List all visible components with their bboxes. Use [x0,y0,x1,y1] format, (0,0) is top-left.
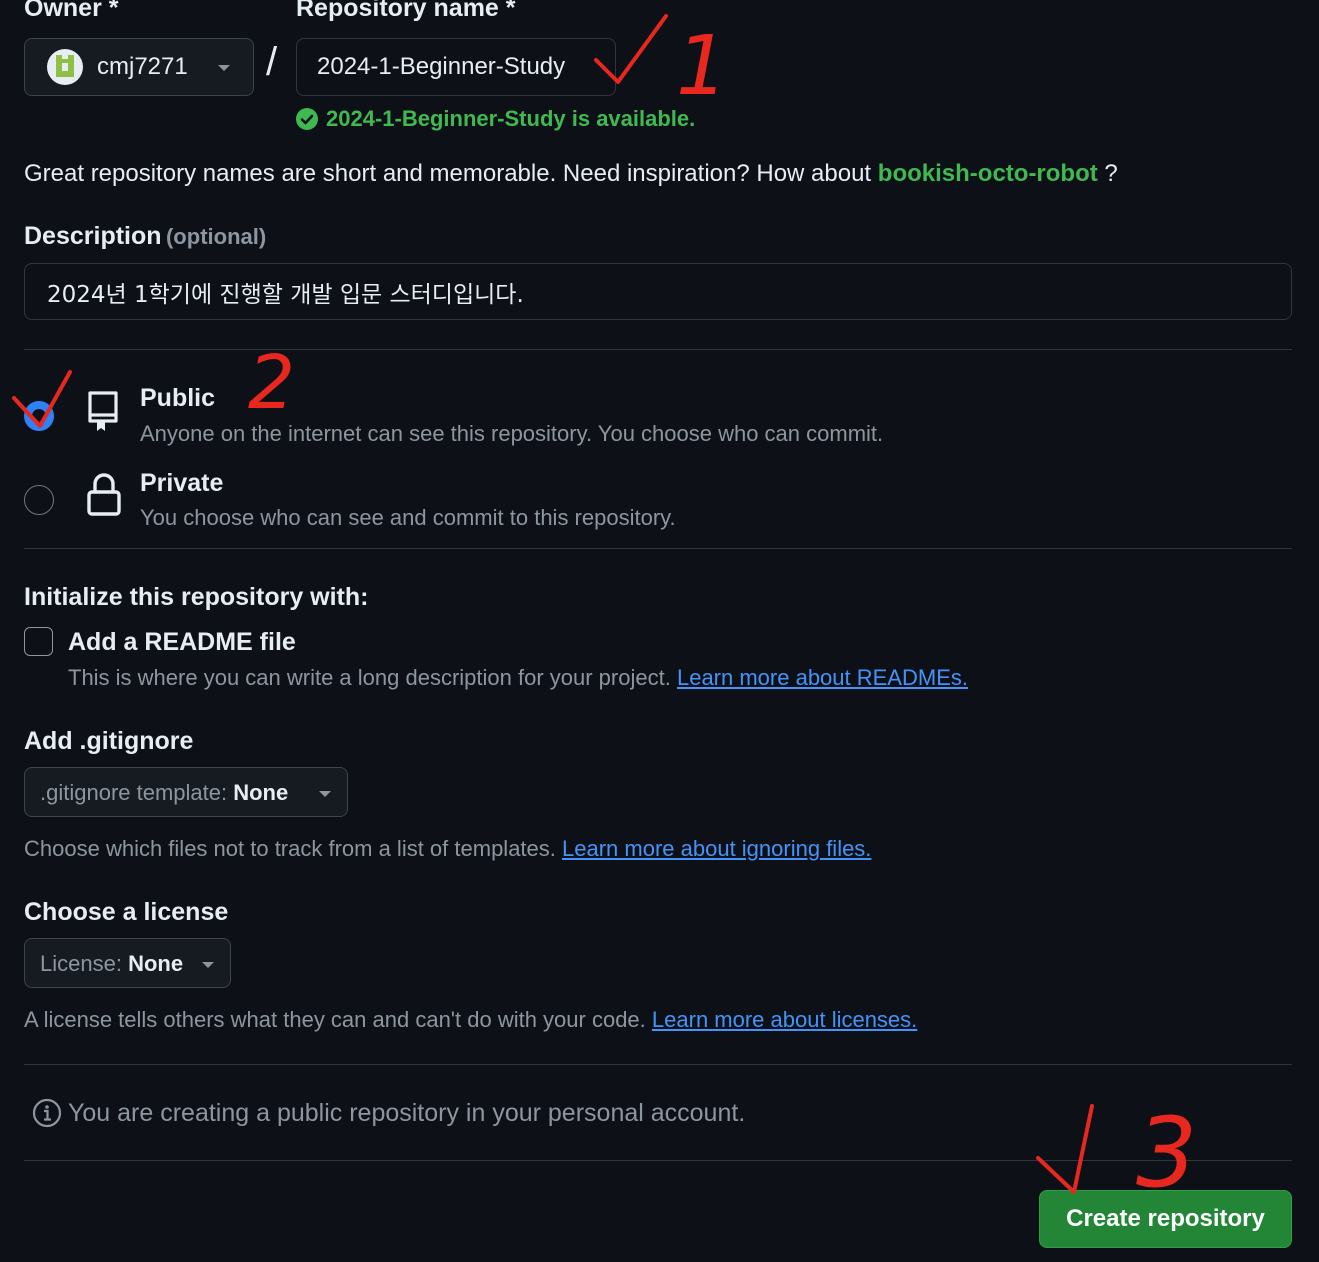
description-label: Description [24,222,162,250]
divider [24,548,1292,549]
create-repository-label: Create repository [1066,1205,1265,1232]
divider [24,1160,1292,1161]
readme-desc: This is where you can write a long descr… [68,665,671,690]
chevron-down-icon [202,962,214,968]
license-learn-more-link[interactable]: Learn more about licenses. [652,1007,917,1032]
license-desc: A license tells others what they can and… [24,1007,646,1032]
notice-text: You are creating a public repository in … [68,1099,746,1127]
readme-label: Add a README file [68,628,296,656]
owner-repo-separator: / [266,40,278,84]
public-desc: Anyone on the internet can see this repo… [140,421,884,446]
private-radio[interactable] [24,485,54,515]
check-circle-icon [296,108,318,130]
gitignore-select-text: .gitignore template: None [40,780,288,806]
license-select-text: License: None [40,951,183,977]
public-title: Public [140,384,216,412]
inspiration-suffix: ? [1104,160,1118,187]
license-select-value: None [128,951,184,976]
gitignore-heading: Add .gitignore [24,727,194,755]
gitignore-select-prefix: .gitignore template: [40,780,228,805]
license-select-prefix: License: [40,951,122,976]
lock-icon [87,473,121,516]
init-heading: Initialize this repository with: [24,583,369,611]
license-heading: Choose a license [24,898,229,926]
chevron-down-icon [218,65,230,71]
description-optional: (optional) [165,224,267,249]
divider [24,349,1292,350]
license-desc-line: A license tells others what they can and… [24,1007,917,1033]
annotation-mark-1: 1 [676,19,728,114]
create-repository-button[interactable]: Create repository [1039,1190,1292,1248]
license-select[interactable]: License: None [24,938,231,988]
owner-select[interactable]: cmj7271 [24,38,254,96]
repo-name-label: Repository name * [296,0,516,22]
gitignore-desc-line: Choose which files not to track from a l… [24,836,871,862]
readme-checkbox[interactable] [24,627,53,656]
gitignore-select-value: None [233,780,289,805]
annotation-check-3 [1036,1104,1094,1194]
repo-name-input[interactable] [296,38,616,96]
description-label-row: Description (optional) [24,222,266,251]
private-title: Private [140,469,224,497]
inspiration-line: Great repository names are short and mem… [24,160,1118,188]
inspiration-text: Great repository names are short and mem… [24,160,872,187]
availability-message: 2024-1-Beginner-Study is available. [296,106,695,132]
annotation-mark-2: 2 [248,340,295,426]
availability-text: 2024-1-Beginner-Study is available. [326,106,696,131]
suggested-name-link[interactable]: bookish-octo-robot [878,160,1098,187]
avatar [47,49,83,85]
readme-learn-more-link[interactable]: Learn more about READMEs. [677,665,968,690]
owner-label: Owner * [24,0,119,22]
owner-username: cmj7271 [97,53,188,80]
private-desc: You choose who can see and commit to thi… [140,505,676,530]
readme-desc-line: This is where you can write a long descr… [68,665,968,691]
gitignore-desc: Choose which files not to track from a l… [24,836,556,861]
info-icon [32,1098,62,1128]
chevron-down-icon [319,791,331,797]
gitignore-learn-more-link[interactable]: Learn more about ignoring files. [562,836,871,861]
repo-icon [88,391,118,431]
description-input[interactable] [24,263,1292,320]
divider [24,1064,1292,1065]
public-radio[interactable] [24,401,54,431]
gitignore-select[interactable]: .gitignore template: None [24,767,348,817]
